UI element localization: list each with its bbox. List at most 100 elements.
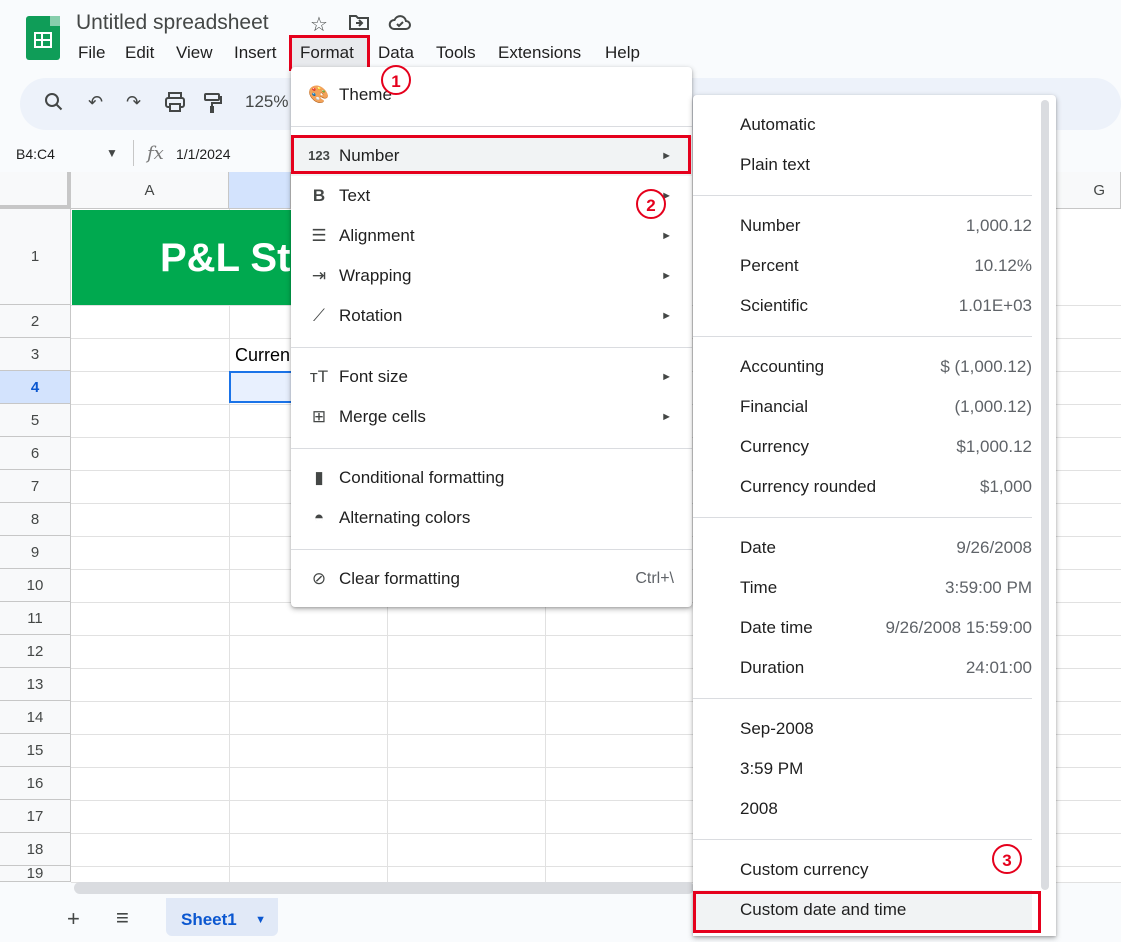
menu-file[interactable]: File [78, 43, 105, 63]
number-format-scientific[interactable]: Scientific 1.01E+03 [693, 286, 1032, 326]
row-header-16[interactable]: 16 [0, 767, 71, 800]
format-menu-item-conditional-formatting[interactable]: ▮ Conditional formatting [291, 458, 692, 498]
format-option-label: Sep-2008 [740, 719, 814, 738]
custom-date-time-highlight [693, 891, 1041, 933]
menu-view[interactable]: View [176, 43, 213, 63]
sheet-tab-sheet1[interactable]: Sheet1 ▼ [166, 898, 278, 936]
format-menu-item-text[interactable]: B Text ► [291, 176, 692, 216]
submenu-arrow-icon: ► [661, 270, 672, 282]
row-header-5[interactable]: 5 [0, 404, 71, 437]
menu-format-label[interactable]: Format [300, 43, 354, 63]
row-header-18[interactable]: 18 [0, 833, 71, 866]
row-header-19[interactable]: 19 [0, 866, 71, 882]
menu-tools[interactable]: Tools [436, 43, 476, 63]
row-header-7[interactable]: 7 [0, 470, 71, 503]
format-menu-item-theme[interactable]: 🎨 Theme [291, 75, 692, 115]
formula-input[interactable]: 1/1/2024 [176, 146, 231, 162]
print-icon[interactable] [164, 92, 186, 117]
row-header-13[interactable]: 13 [0, 668, 71, 701]
format-option-label: Time [740, 578, 778, 597]
format-menu-item-wrapping[interactable]: ⇥ Wrapping ► [291, 256, 692, 296]
select-all-corner[interactable] [0, 172, 71, 209]
number-format-time[interactable]: Time 3:59:00 PM [693, 568, 1032, 608]
row-header-11[interactable]: 11 [0, 602, 71, 635]
menu-edit[interactable]: Edit [125, 43, 154, 63]
search-menus-icon[interactable] [44, 92, 64, 117]
menu-extensions[interactable]: Extensions [498, 43, 581, 63]
number-format-currency[interactable]: Currency $1,000.12 [693, 427, 1032, 467]
format-menu-item-alternating-colors[interactable]: ◓ Alternating colors [291, 498, 692, 538]
row-header-3[interactable]: 3 [0, 338, 71, 371]
row-header-4[interactable]: 4 [0, 371, 71, 404]
number-format-3-59-pm[interactable]: 3:59 PM [693, 749, 1032, 789]
number-format-accounting[interactable]: Accounting $ (1,000.12) [693, 347, 1032, 387]
format-menu-item-rotation[interactable]: ⟋ Rotation ► [291, 296, 692, 336]
palette-icon: 🎨 [308, 85, 330, 104]
format-option-label: Date [740, 538, 776, 557]
menu-separator [291, 126, 692, 127]
row-header-9[interactable]: 9 [0, 536, 71, 569]
format-menu-item-alignment[interactable]: ☰ Alignment ► [291, 216, 692, 256]
undo-icon[interactable]: ↶ [88, 92, 103, 113]
format-option-label: Scientific [740, 296, 809, 315]
row-header-2[interactable]: 2 [0, 305, 71, 338]
name-box[interactable]: B4:C4 [16, 146, 55, 162]
column-header-a[interactable]: A [71, 172, 229, 209]
cloud-saved-icon[interactable] [388, 12, 412, 38]
menu-item-label: Merge cells [339, 407, 426, 426]
format-menu-item-font-size[interactable]: тT Font size ► [291, 357, 692, 397]
number-format-automatic[interactable]: Automatic [693, 105, 1032, 145]
menu-data[interactable]: Data [378, 43, 414, 63]
row-header-8[interactable]: 8 [0, 503, 71, 536]
format-example-value: 1,000.12 [965, 216, 1032, 235]
zoom-select[interactable]: 125% [245, 92, 288, 112]
format-menu-item-merge-cells[interactable]: ⊞ Merge cells ► [291, 397, 692, 437]
row-header-10[interactable]: 10 [0, 569, 71, 602]
menu-item-label: Clear formatting [339, 569, 460, 588]
menu-separator [291, 448, 692, 449]
star-icon[interactable]: ☆ [310, 12, 328, 37]
number-format-date-time[interactable]: Date time 9/26/2008 15:59:00 [693, 608, 1032, 648]
number-format-number[interactable]: Number 1,000.12 [693, 206, 1032, 246]
number-format-submenu: Automatic Plain text Number 1,000.12 Percent… [693, 95, 1056, 936]
row-header-15[interactable]: 15 [0, 734, 71, 767]
row-header-17[interactable]: 17 [0, 800, 71, 833]
document-title[interactable]: Untitled spreadsheet [76, 11, 269, 35]
sheets-logo-icon[interactable] [26, 16, 60, 60]
number-format-custom-currency[interactable]: Custom currency [693, 850, 1032, 890]
number-format-currency-rounded[interactable]: Currency rounded $1,000 [693, 467, 1032, 507]
title-cell-a1[interactable]: P&L St [72, 210, 291, 305]
number-format-plain-text[interactable]: Plain text [693, 145, 1032, 185]
number-format-percent[interactable]: Percent 10.12% [693, 246, 1032, 286]
all-sheets-icon[interactable]: ≡ [116, 905, 129, 931]
menu-help[interactable]: Help [605, 43, 640, 63]
merge-cells-icon: ⊞ [311, 407, 327, 426]
function-icon: fx [147, 143, 164, 164]
number-format-financial[interactable]: Financial (1,000.12) [693, 387, 1032, 427]
number-format-duration[interactable]: Duration 24:01:00 [693, 648, 1032, 688]
format-option-label: Plain text [740, 155, 810, 174]
number-format-sep-2008[interactable]: Sep-2008 [693, 709, 1032, 749]
horizontal-scrollbar[interactable] [74, 882, 694, 894]
cell-b3[interactable]: Curren [235, 345, 290, 366]
row-header-12[interactable]: 12 [0, 635, 71, 668]
menu-insert[interactable]: Insert [234, 43, 277, 63]
paint-format-icon[interactable] [203, 92, 223, 119]
row-header-6[interactable]: 6 [0, 437, 71, 470]
submenu-arrow-icon: ► [661, 371, 672, 383]
format-menu-item-clear-formatting[interactable]: ⊘ Clear formatting Ctrl+\ [291, 559, 692, 599]
droplet-icon: ◓ [313, 508, 325, 527]
number-format-2008[interactable]: 2008 [693, 789, 1032, 829]
submenu-scrollbar[interactable] [1041, 100, 1049, 890]
selected-range-b4[interactable] [229, 371, 291, 403]
rotation-icon: ⟋ [313, 306, 325, 325]
redo-icon[interactable]: ↷ [126, 92, 141, 113]
caret-down-icon[interactable]: ▼ [255, 898, 266, 942]
add-sheet-icon[interactable]: + [67, 906, 80, 932]
chevron-down-icon[interactable]: ▼ [106, 146, 118, 160]
number-format-date[interactable]: Date 9/26/2008 [693, 528, 1032, 568]
submenu-separator [693, 517, 1032, 518]
row-header-14[interactable]: 14 [0, 701, 71, 734]
column-header-b[interactable] [229, 172, 291, 209]
row-header-1[interactable]: 1 [0, 209, 71, 305]
